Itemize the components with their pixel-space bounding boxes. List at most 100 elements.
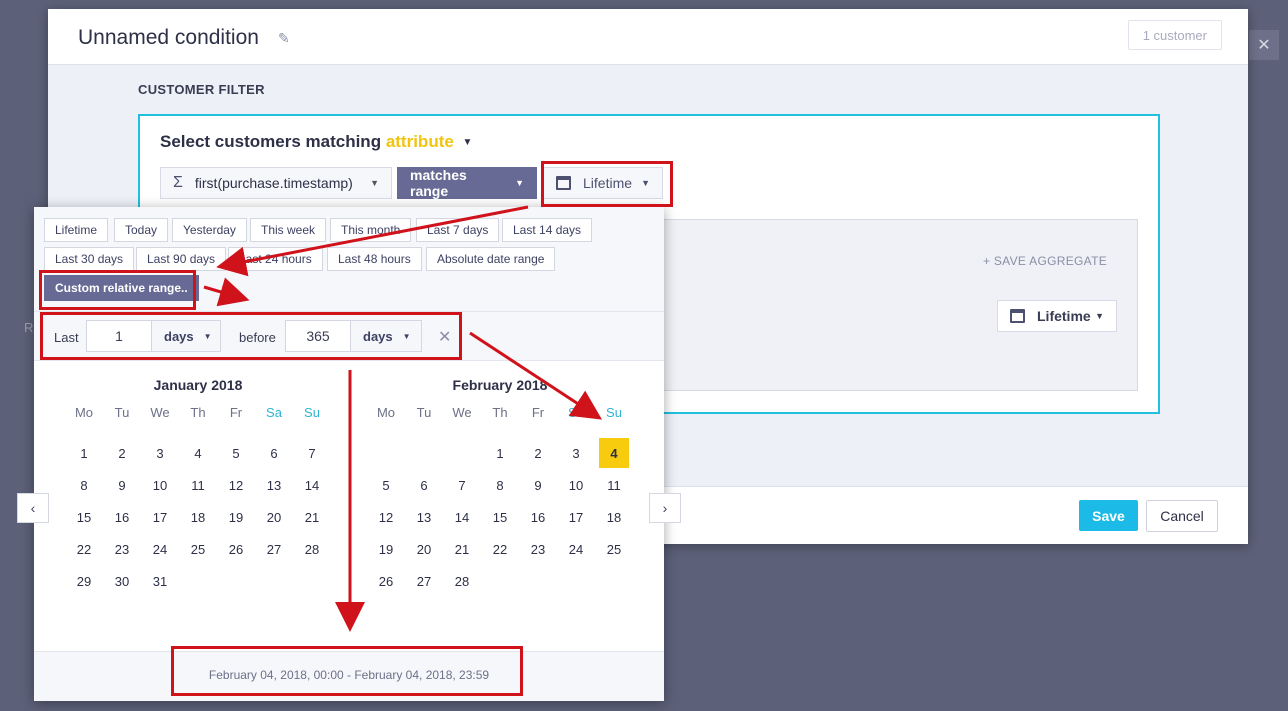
day-cell[interactable]: 31	[141, 565, 179, 597]
preset-yesterday[interactable]: Yesterday	[172, 218, 247, 242]
preset-last-48-hours[interactable]: Last 48 hours	[327, 247, 422, 271]
weekday-label: Fr	[229, 405, 243, 420]
day-cell[interactable]: 23	[103, 533, 141, 565]
highlight-range-text	[171, 646, 523, 696]
week-row: 26 27 28	[367, 565, 633, 597]
preset-this-week[interactable]: This week	[250, 218, 327, 242]
preset-last-7-days[interactable]: Last 7 days	[416, 218, 500, 242]
day-cell[interactable]: 25	[179, 533, 217, 565]
day-cell[interactable]: 10	[557, 469, 595, 501]
attribute-selector[interactable]: Σ first(purchase.timestamp) ▼	[160, 167, 392, 199]
day-cell[interactable]: 17	[557, 501, 595, 533]
preset-this-month[interactable]: This month	[330, 218, 412, 242]
day-cell[interactable]: 15	[481, 501, 519, 533]
day-cell[interactable]: 19	[217, 501, 255, 533]
day-cell[interactable]: 23	[519, 533, 557, 565]
day-cell[interactable]: 18	[179, 501, 217, 533]
prev-month-button[interactable]: ‹	[17, 493, 49, 523]
day-cell[interactable]: 14	[443, 501, 481, 533]
operator-label: matches range	[410, 167, 467, 199]
overlay-close-icon[interactable]: ✕	[1249, 30, 1279, 60]
day-cell[interactable]: 12	[217, 469, 255, 501]
day-cell[interactable]: 26	[217, 533, 255, 565]
day-cell[interactable]: 8	[481, 469, 519, 501]
day-cell[interactable]: 9	[103, 469, 141, 501]
day-cell[interactable]: 7	[443, 469, 481, 501]
day-cell[interactable]: 24	[141, 533, 179, 565]
day-cell[interactable]: 16	[103, 501, 141, 533]
attribute-label: first(purchase.timestamp)	[194, 175, 353, 191]
day-cell[interactable]: 29	[65, 565, 103, 597]
day-cell[interactable]: 21	[293, 501, 331, 533]
day-cell[interactable]: 22	[65, 533, 103, 565]
filter-heading: Select customers matching attribute ▼	[160, 132, 472, 152]
background-partial-text: R	[24, 320, 34, 335]
day-cell[interactable]: 16	[519, 501, 557, 533]
day-cell[interactable]: 30	[103, 565, 141, 597]
day-cell[interactable]: 1	[65, 437, 103, 469]
pencil-icon[interactable]: ✎	[278, 30, 290, 47]
preset-last-24-hours[interactable]: Last 24 hours	[228, 247, 323, 271]
weekday-label: Th	[492, 405, 508, 420]
day-cell[interactable]: 12	[367, 501, 405, 533]
day-cell[interactable]: 5	[217, 437, 255, 469]
selected-day-cell[interactable]: 4	[599, 438, 629, 468]
cancel-button[interactable]: Cancel	[1146, 500, 1218, 532]
day-cell[interactable]: 11	[595, 469, 633, 501]
preset-last-14-days[interactable]: Last 14 days	[502, 218, 593, 242]
day-cell[interactable]: 22	[481, 533, 519, 565]
highlight-range-selector	[541, 161, 673, 207]
day-cell[interactable]: 6	[255, 437, 293, 469]
day-cell[interactable]: 1	[481, 437, 519, 469]
day-cell[interactable]: 26	[367, 565, 405, 597]
day-cell[interactable]: 13	[255, 469, 293, 501]
operator-selector[interactable]: matches range ▼	[397, 167, 537, 199]
section-label: CUSTOMER FILTER	[138, 82, 265, 97]
day-cell[interactable]: 28	[443, 565, 481, 597]
weekday-label: Sa	[266, 405, 282, 420]
day-cell[interactable]: 7	[293, 437, 331, 469]
day-cell[interactable]: 2	[519, 437, 557, 469]
week-row: 1234567	[65, 437, 331, 469]
day-cell[interactable]: 21	[443, 533, 481, 565]
week-row: 19 20 21 22 23 24 25	[367, 533, 633, 565]
day-cell[interactable]: 11	[179, 469, 217, 501]
day-cell[interactable]: 15	[65, 501, 103, 533]
modal-header: Unnamed condition ✎ 1 customer	[48, 9, 1248, 65]
day-cell[interactable]: 8	[65, 469, 103, 501]
day-cell[interactable]: 18	[595, 501, 633, 533]
next-month-button[interactable]: ›	[649, 493, 681, 523]
inner-range-selector[interactable]: Lifetime ▼	[997, 300, 1117, 332]
save-aggregate-button[interactable]: + SAVE AGGREGATE	[983, 254, 1107, 268]
day-cell[interactable]: 17	[141, 501, 179, 533]
preset-absolute-date-range[interactable]: Absolute date range	[426, 247, 556, 271]
day-cell[interactable]: 13	[405, 501, 443, 533]
day-cell[interactable]: 5	[367, 469, 405, 501]
weekday-header: Mo Tu We Th Fr Sa Su	[367, 405, 633, 437]
day-cell[interactable]: 27	[255, 533, 293, 565]
day-cell[interactable]: 20	[405, 533, 443, 565]
week-row: 5 6 7 8 9 10 11	[367, 469, 633, 501]
preset-last-90-days[interactable]: Last 90 days	[136, 247, 227, 271]
day-cell[interactable]: 10	[141, 469, 179, 501]
day-cell[interactable]: 3	[141, 437, 179, 469]
day-cell[interactable]: 9	[519, 469, 557, 501]
day-cell[interactable]: 4	[179, 437, 217, 469]
caret-down-icon[interactable]: ▼	[463, 137, 473, 148]
day-cell[interactable]: 14	[293, 469, 331, 501]
inner-range-label: Lifetime	[1037, 308, 1091, 324]
day-cell[interactable]: 25	[595, 533, 633, 565]
day-cell[interactable]: 20	[255, 501, 293, 533]
save-button[interactable]: Save	[1079, 500, 1138, 531]
preset-today[interactable]: Today	[114, 218, 169, 242]
day-cell[interactable]: 28	[293, 533, 331, 565]
day-cell[interactable]: 6	[405, 469, 443, 501]
day-cell[interactable]: 24	[557, 533, 595, 565]
day-cell[interactable]: 27	[405, 565, 443, 597]
day-cell[interactable]: 3	[557, 437, 595, 469]
day-cell[interactable]: 2	[103, 437, 141, 469]
preset-last-30-days[interactable]: Last 30 days	[44, 247, 135, 271]
filter-type-selector[interactable]: attribute	[386, 132, 454, 151]
day-cell[interactable]: 19	[367, 533, 405, 565]
preset-lifetime[interactable]: Lifetime	[44, 218, 109, 242]
